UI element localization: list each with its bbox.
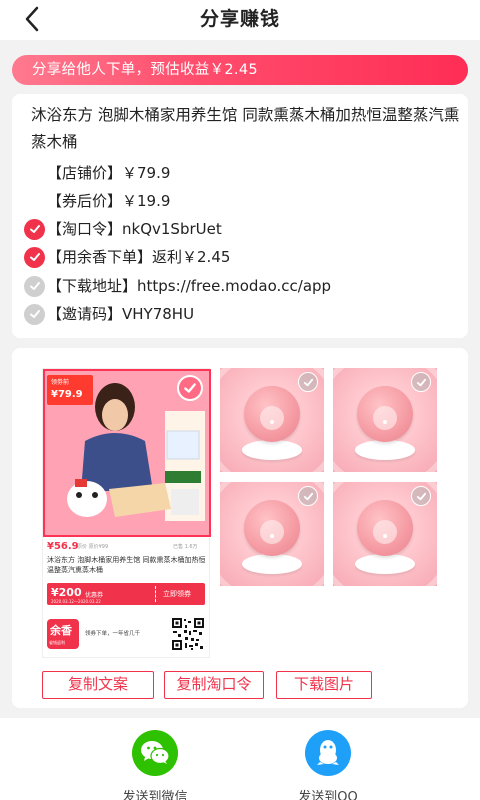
poster-product-image: 领劵前 ¥79.9 [43, 369, 211, 537]
poster-price-tag: 领劵前 ¥79.9 [47, 375, 93, 405]
product-info-card: 沐浴东方 泡脚木桶家用养生馆 同款熏蒸木桶加热恒温整蒸汽熏蒸木桶 [12, 94, 468, 338]
download-url-row[interactable]: 【下载地址】https://free.modao.cc/app [24, 275, 331, 297]
logo-subtext: 省钱返利 [49, 640, 65, 645]
poster-slogan: 领券下单，一年省几千 [85, 631, 141, 637]
copy-token-button[interactable]: 复制淘口令 [164, 671, 264, 699]
download-image-button[interactable]: 下载图片 [276, 671, 372, 699]
store-price-label: 【店铺价】￥79.9 [47, 164, 171, 182]
poster-original-price: 原价 原价¥99 [77, 544, 109, 550]
download-url-label: 【下载地址】https://free.modao.cc/app [47, 277, 332, 295]
check-icon[interactable] [411, 372, 431, 392]
check-icon[interactable] [24, 246, 45, 268]
taobao-token-label: 【淘口令】nkQv1SbrUet [47, 220, 222, 238]
share-qq-label: 发送到QQ [298, 790, 358, 800]
poster-sold-count: 已售 1.6万 [173, 544, 198, 550]
share-qq-button[interactable]: 发送到QQ [278, 730, 378, 800]
poster-tag-price: ¥79.9 [51, 389, 83, 400]
poster-price: ¥56.9 [47, 541, 79, 552]
copy-text-button[interactable]: 复制文案 [42, 671, 154, 699]
invite-code-row[interactable]: 【邀请码】VHY78HU [24, 303, 194, 325]
qq-icon [305, 730, 351, 776]
app-logo: 余香 省钱返利 [47, 619, 79, 649]
header-bar: 分享赚钱 [0, 0, 480, 40]
product-thumbnail[interactable] [333, 368, 437, 472]
poster-tag-label: 领劵前 [51, 379, 70, 386]
check-icon[interactable] [24, 275, 45, 297]
invite-code-label: 【邀请码】VHY78HU [47, 305, 195, 323]
coupon-amount: ¥200 [51, 586, 82, 599]
product-thumbnail[interactable] [220, 368, 324, 472]
coupon-price-row: 【券后价】￥19.9 [24, 190, 170, 212]
poster-description: 沐浴东方 泡脚木桶家用养生馆 同款熏蒸木桶加热恒温整蒸汽熏蒸木桶 [47, 556, 206, 574]
rebate-label: 【用余香下单】返利￥2.45 [47, 248, 231, 266]
poster-coupon: ¥200 优惠券 2020.03.12—2020.03.22 立即领券 [47, 583, 205, 605]
coupon-divider [155, 586, 156, 602]
coupon-get-label: 立即领券 [163, 590, 191, 598]
coupon-unit: 优惠券 [85, 592, 104, 599]
page-title: 分享赚钱 [199, 8, 280, 30]
share-poster[interactable]: 领劵前 ¥79.9 ¥56.9 原价 原价¥99 已售 1.6万 沐浴东方 泡脚… [42, 368, 211, 658]
product-thumbnail[interactable] [333, 482, 437, 586]
rebate-row[interactable]: 【用余香下单】返利￥2.45 [24, 246, 230, 268]
wechat-icon [132, 730, 178, 776]
share-wechat-label: 发送到微信 [122, 790, 188, 800]
product-thumbnail[interactable] [220, 482, 324, 586]
earnings-banner: 分享给他人下单，预估收益￥2.45 [12, 55, 468, 85]
qr-code [171, 617, 205, 651]
taobao-token-row[interactable]: 【淘口令】nkQv1SbrUet [24, 218, 222, 240]
check-icon[interactable] [298, 486, 318, 506]
coupon-price-label: 【券后价】￥19.9 [47, 192, 171, 210]
check-icon[interactable] [411, 486, 431, 506]
share-bar [0, 718, 480, 800]
store-price-row: 【店铺价】￥79.9 [24, 162, 170, 184]
product-title: 沐浴东方 泡脚木桶家用养生馆 同款熏蒸木桶加热恒温整蒸汽熏蒸木桶 [31, 106, 460, 151]
share-wechat-button[interactable]: 发送到微信 [105, 730, 205, 800]
check-icon[interactable] [177, 375, 203, 401]
coupon-date: 2020.03.12—2020.03.22 [51, 599, 101, 604]
check-icon[interactable] [298, 372, 318, 392]
check-icon[interactable] [24, 303, 45, 325]
logo-text: 余香 [50, 624, 72, 637]
check-icon[interactable] [24, 218, 45, 240]
